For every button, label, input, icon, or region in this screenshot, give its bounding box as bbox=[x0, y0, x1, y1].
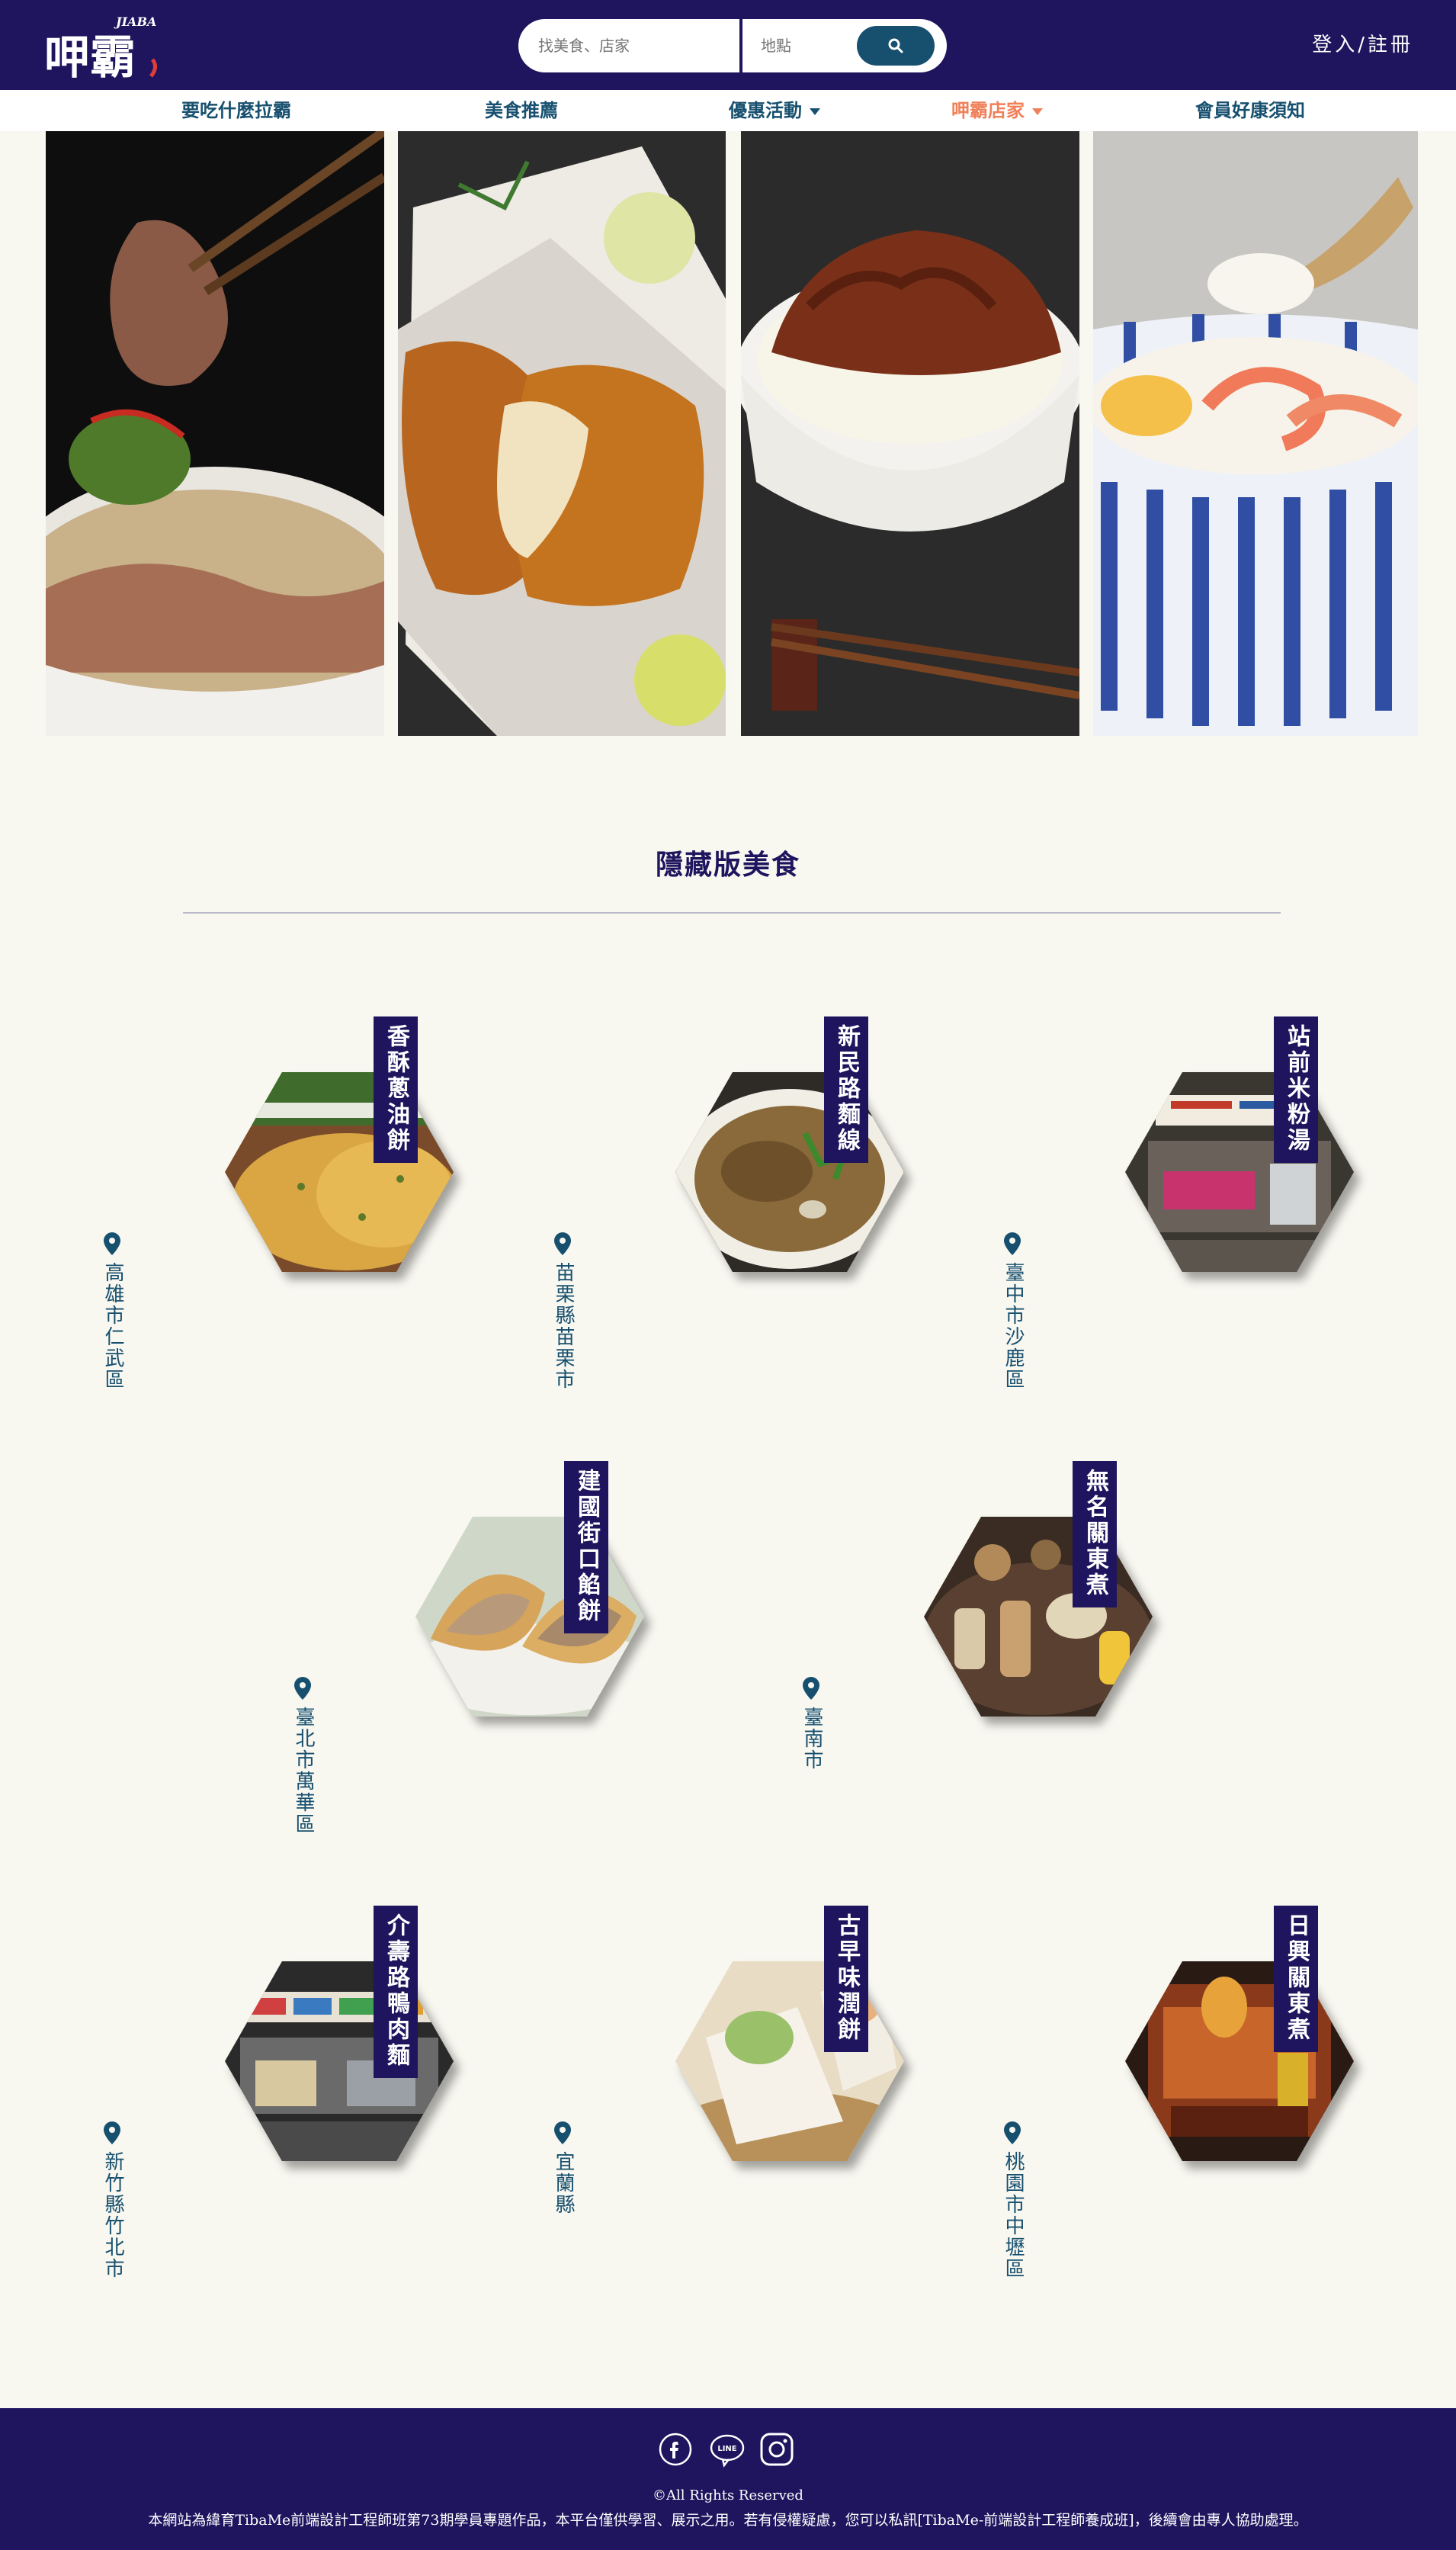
login-register-link[interactable]: 登入/註冊 bbox=[1312, 29, 1413, 57]
food-location: 臺南市 bbox=[800, 1707, 823, 1771]
food-name-tag: 站前米粉湯 bbox=[1274, 1016, 1318, 1163]
food-location: 新竹縣竹北市 bbox=[101, 2151, 124, 2279]
food-image bbox=[1125, 1961, 1354, 2161]
location-pin-icon bbox=[104, 2121, 120, 2144]
food-location: 宜蘭縣 bbox=[552, 2151, 575, 2215]
search-icon bbox=[888, 38, 903, 53]
location-input[interactable] bbox=[742, 19, 857, 72]
food-name-tag: 日興關東煮 bbox=[1274, 1906, 1318, 2052]
nav-item-label: 優惠活動 bbox=[729, 100, 802, 121]
instagram-icon[interactable] bbox=[758, 2431, 795, 2468]
food-image bbox=[675, 1961, 904, 2161]
food-name-tag: 建國街口餡餅 bbox=[564, 1461, 608, 1633]
food-name-tag: 古早味潤餅 bbox=[824, 1906, 868, 2052]
nav-item-recommend[interactable]: 美食推薦 bbox=[485, 90, 558, 131]
nav-item-label: 美食推薦 bbox=[485, 100, 558, 121]
nav-item-label: 要吃什麼拉霸 bbox=[181, 100, 291, 121]
caret-down-icon bbox=[810, 108, 820, 115]
food-name-tag: 無名關東煮 bbox=[1073, 1461, 1117, 1607]
search-bar bbox=[518, 19, 947, 72]
location-pin-icon bbox=[554, 2121, 571, 2144]
food-image bbox=[225, 1961, 454, 2161]
caret-down-icon bbox=[1032, 108, 1043, 115]
nav-item-promotions[interactable]: 優惠活動 bbox=[729, 90, 820, 131]
location-pin-icon bbox=[1004, 1232, 1021, 1255]
svg-text:JIABA: JIABA bbox=[114, 14, 156, 29]
food-image bbox=[1125, 1072, 1354, 1272]
site-footer: LINE ©All Rights Reserved 本網站為緯育TibaMe前端… bbox=[0, 2408, 1456, 2550]
nav-item-member-info[interactable]: 會員好康須知 bbox=[1195, 90, 1305, 131]
food-image bbox=[675, 1072, 904, 1272]
food-location: 苗栗縣苗栗市 bbox=[552, 1262, 575, 1390]
nav-item-slot-machine[interactable]: 要吃什麼拉霸 bbox=[181, 90, 291, 131]
food-name-tag: 香酥蔥油餅 bbox=[374, 1016, 418, 1163]
food-card[interactable]: 站前米粉湯 臺中市沙鹿區 bbox=[1002, 1016, 1354, 1413]
section-divider bbox=[183, 912, 1281, 914]
food-location: 臺中市沙鹿區 bbox=[1002, 1262, 1025, 1390]
food-location: 臺北市萬華區 bbox=[292, 1707, 315, 1835]
food-name-tag: 介壽路鴨肉麵 bbox=[374, 1906, 418, 2078]
svg-text:呷霸: 呷霸 bbox=[44, 31, 136, 81]
food-location: 高雄市仁武區 bbox=[101, 1262, 124, 1390]
line-icon[interactable]: LINE bbox=[709, 2431, 746, 2468]
food-card[interactable]: 日興關東煮 桃園市中壢區 bbox=[1002, 1906, 1354, 2302]
food-search-input[interactable] bbox=[518, 19, 739, 72]
food-card[interactable]: 介壽路鴨肉麵 新竹縣竹北市 bbox=[101, 1906, 454, 2302]
food-card[interactable]: 無名關東煮 臺南市 bbox=[800, 1461, 1153, 1858]
location-pin-icon bbox=[554, 1232, 571, 1255]
food-card[interactable]: 新民路麵線 苗栗縣苗栗市 bbox=[552, 1016, 904, 1413]
food-name-tag: 新民路麵線 bbox=[824, 1016, 868, 1163]
food-card[interactable]: 香酥蔥油餅 高雄市仁武區 bbox=[101, 1016, 454, 1413]
nav-item-stores[interactable]: 呷霸店家 bbox=[951, 90, 1043, 131]
banner-seafood-porridge[interactable] bbox=[1093, 131, 1418, 736]
banner-braised-pork-rice[interactable] bbox=[741, 131, 1079, 736]
banner-beef-noodle[interactable] bbox=[46, 131, 384, 736]
search-button[interactable] bbox=[857, 26, 935, 66]
food-location: 桃園市中壢區 bbox=[1002, 2151, 1025, 2279]
site-logo[interactable]: JIABA 呷霸 bbox=[43, 12, 165, 85]
food-image bbox=[225, 1072, 454, 1272]
food-card[interactable]: 建國街口餡餅 臺北市萬華區 bbox=[292, 1461, 644, 1858]
location-pin-icon bbox=[294, 1677, 311, 1700]
disclaimer-text: 本網站為緯育TibaMe前端設計工程師班第73期學員專題作品，本平台僅供學習、展… bbox=[148, 2512, 1308, 2529]
nav-item-label: 呷霸店家 bbox=[951, 100, 1025, 121]
location-pin-icon bbox=[803, 1677, 819, 1700]
facebook-icon[interactable] bbox=[657, 2431, 694, 2468]
food-card[interactable]: 古早味潤餅 宜蘭縣 bbox=[552, 1906, 904, 2302]
food-image bbox=[415, 1517, 644, 1717]
banner-fried-chicken[interactable] bbox=[398, 131, 726, 736]
site-header: JIABA 呷霸 登入/註冊 bbox=[0, 0, 1456, 90]
food-image bbox=[924, 1517, 1153, 1717]
location-pin-icon bbox=[1004, 2121, 1021, 2144]
copyright-text: ©All Rights Reserved bbox=[653, 2487, 803, 2503]
main-nav: 要吃什麼拉霸 美食推薦 優惠活動 呷霸店家 會員好康須知 bbox=[0, 90, 1456, 131]
section-title: 隱藏版美食 bbox=[655, 849, 800, 881]
svg-text:LINE: LINE bbox=[717, 2445, 736, 2453]
nav-item-label: 會員好康須知 bbox=[1195, 100, 1305, 121]
location-pin-icon bbox=[104, 1232, 120, 1255]
